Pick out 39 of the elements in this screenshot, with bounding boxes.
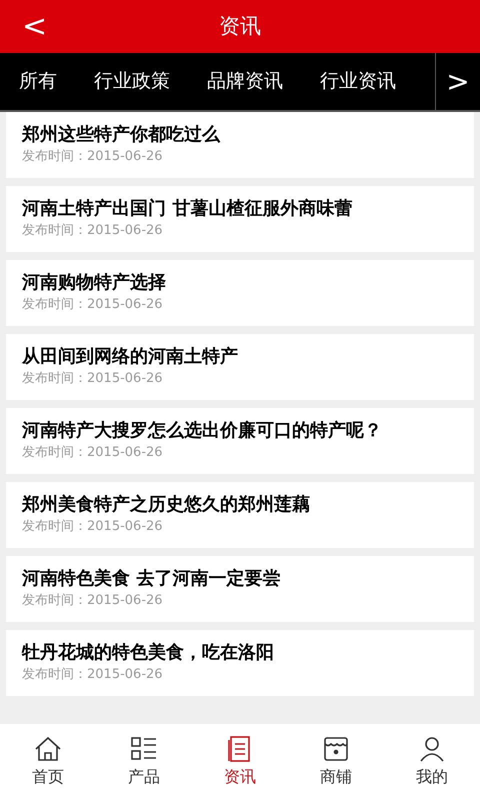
nav-tab[interactable]: 产品 [96, 724, 192, 800]
article-date: 发布时间：2015-06-26 [22, 296, 164, 314]
article-title: 郑州美食特产之历史悠久的郑州莲藕 [22, 493, 311, 517]
storefront-icon [321, 735, 351, 763]
article-title: 牡丹花城的特色美食，吃在洛阳 [22, 641, 275, 665]
article-date: 发布时间：2015-06-26 [22, 222, 164, 240]
article-card[interactable]: 河南特色美食 去了河南一定要尝 发布时间：2015-06-26 [6, 556, 474, 622]
article-date: 发布时间：2015-06-26 [22, 148, 164, 166]
article-card[interactable]: 河南土特产出国门 甘薯山楂征服外商味蕾 发布时间：2015-06-26 [6, 186, 474, 252]
more-categories-button[interactable]: > [435, 53, 480, 110]
category-tab[interactable]: 行业资讯 [301, 67, 414, 96]
nav-tab[interactable]: 资讯 [192, 724, 288, 800]
category-tab[interactable]: 品牌资讯 [188, 67, 301, 96]
house-icon [33, 735, 63, 763]
article-title: 从田间到网络的河南土特产 [22, 345, 239, 369]
article-card[interactable]: 河南特产大搜罗怎么选出价廉可口的特产呢？ 发布时间：2015-06-26 [6, 408, 474, 474]
article-date: 发布时间：2015-06-26 [22, 370, 164, 388]
list-icon [129, 735, 159, 763]
nav-tab[interactable]: 首页 [0, 724, 96, 800]
page-title: 资讯 [219, 12, 261, 40]
article-title: 郑州这些特产你都吃过么 [22, 123, 222, 147]
article-card[interactable]: 河南购物特产选择 发布时间：2015-06-26 [6, 260, 474, 326]
article-card[interactable]: 从田间到网络的河南土特产 发布时间：2015-06-26 [6, 334, 474, 400]
nav-tab[interactable]: 商铺 [288, 724, 384, 800]
article-title: 河南特色美食 去了河南一定要尝 [22, 567, 282, 591]
article-date: 发布时间：2015-06-26 [22, 518, 164, 536]
article-title: 河南特产大搜罗怎么选出价廉可口的特产呢？ [22, 419, 383, 443]
article-card[interactable]: 郑州美食特产之历史悠久的郑州莲藕 发布时间：2015-06-26 [6, 482, 474, 548]
article-date: 发布时间：2015-06-26 [22, 666, 164, 684]
article-date: 发布时间：2015-06-26 [22, 444, 164, 462]
nav-tab[interactable]: 我的 [384, 724, 480, 800]
back-button[interactable]: < [14, 8, 56, 46]
article-date: 发布时间：2015-06-26 [22, 592, 164, 610]
article-card[interactable]: 牡丹花城的特色美食，吃在洛阳 发布时间：2015-06-26 [6, 630, 474, 696]
article-card[interactable]: 郑州这些特产你都吃过么 发布时间：2015-06-26 [6, 112, 474, 178]
category-tab[interactable]: 行业政策 [75, 67, 188, 96]
article-title: 河南土特产出国门 甘薯山楂征服外商味蕾 [22, 197, 354, 221]
category-tab[interactable]: 所有 [0, 67, 75, 96]
article-title: 河南购物特产选择 [22, 271, 167, 295]
